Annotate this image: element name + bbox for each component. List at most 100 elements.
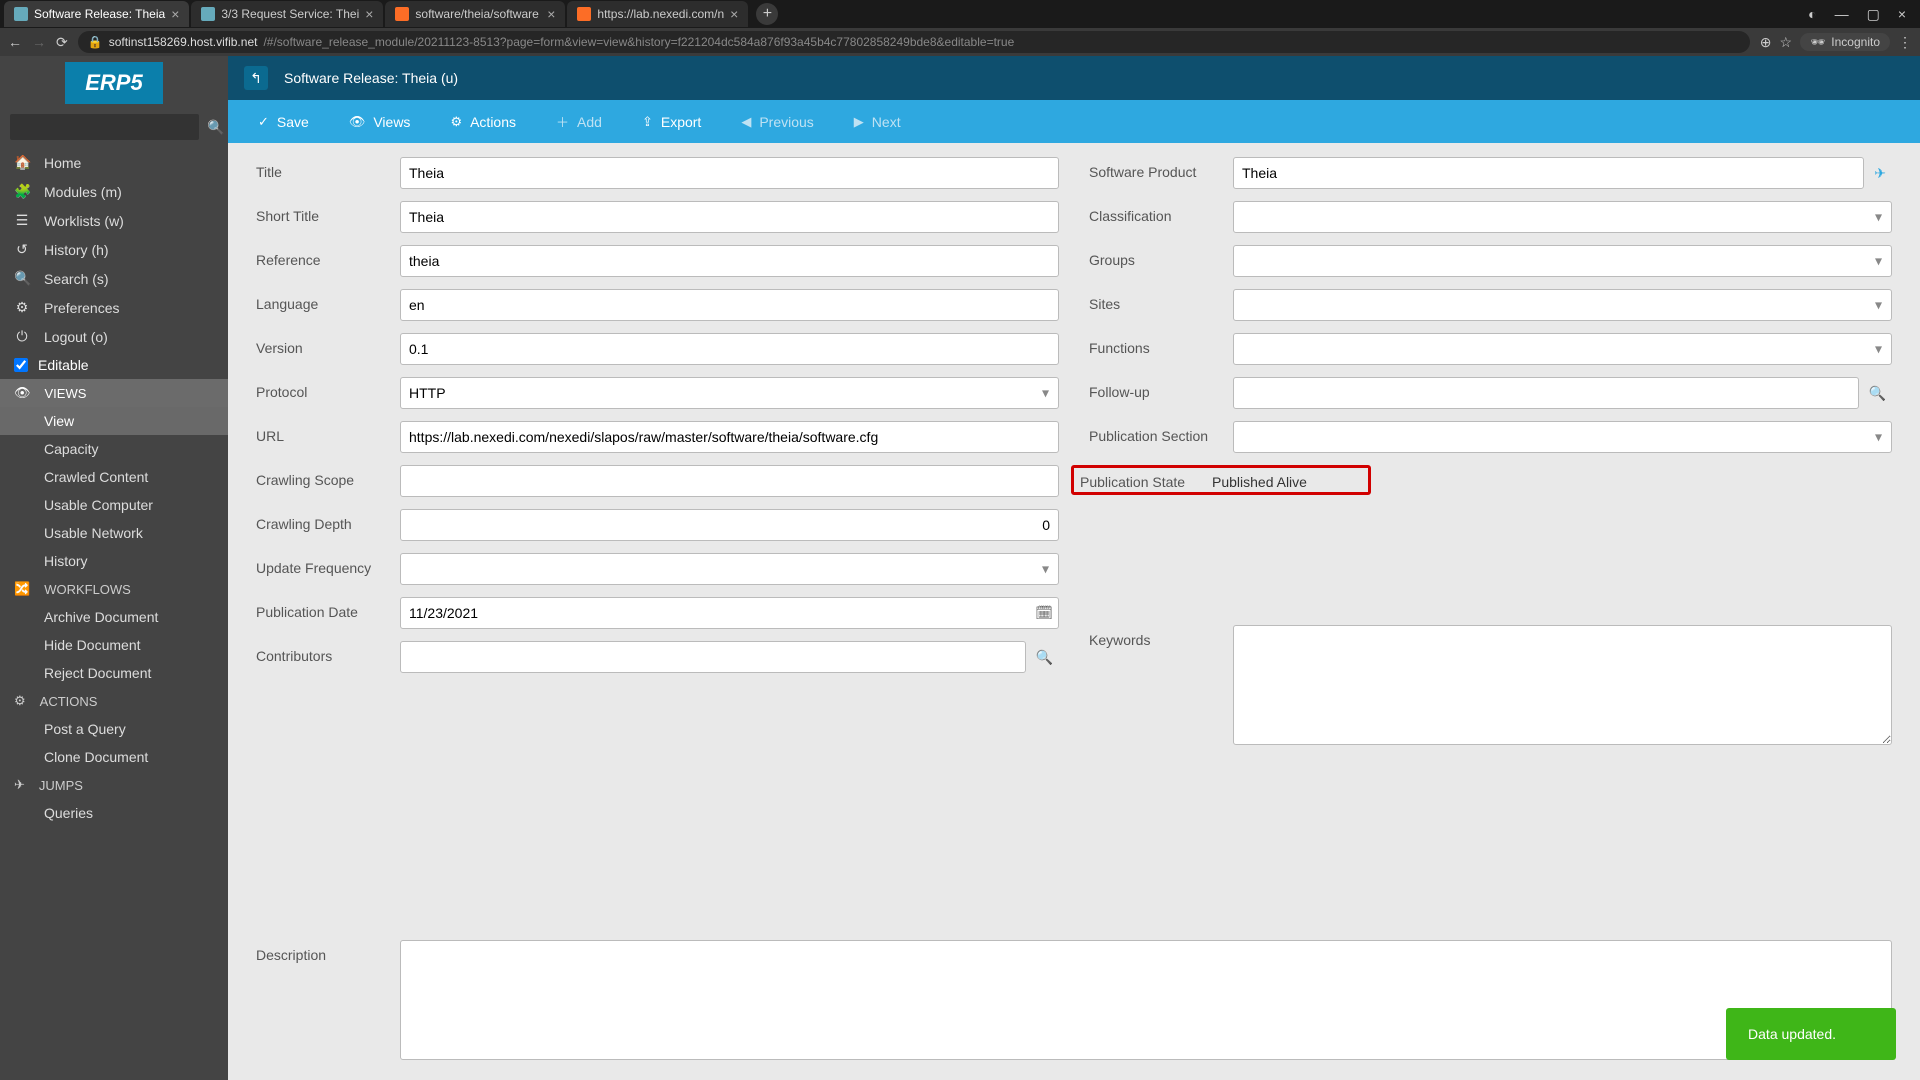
label-protocol: Protocol [256, 377, 400, 400]
views-button[interactable]: 👁 Views [329, 100, 431, 143]
input-language[interactable] [400, 289, 1059, 321]
sidebar-item-capacity[interactable]: Capacity [0, 435, 228, 463]
addr-right: ⊕ ☆ 🕶 Incognito ⋮ [1760, 33, 1912, 51]
sliders-icon: ⚙ [14, 299, 30, 316]
share-icon: ⇪ [642, 114, 653, 130]
select-publication-section[interactable] [1233, 421, 1892, 453]
save-button[interactable]: ✓Save [238, 100, 329, 143]
input-publication-date[interactable] [400, 597, 1059, 629]
close-window-icon[interactable]: × [1894, 4, 1910, 25]
nav-worklists[interactable]: ☰Worklists (w) [0, 206, 228, 235]
select-update-frequency[interactable] [400, 553, 1059, 585]
sidebar-item-archive-document[interactable]: Archive Document [0, 603, 228, 631]
sidebar-item-history[interactable]: History [0, 547, 228, 575]
label: Previous [759, 114, 813, 130]
star-icon[interactable]: ☆ [1780, 34, 1793, 51]
input-followup[interactable] [1233, 377, 1859, 409]
minimize-icon[interactable]: — [1831, 4, 1853, 25]
row-version: Version [256, 333, 1059, 365]
app: ERP5 🔍 🏠Home 🧩Modules (m) ☰Worklists (w)… [0, 56, 1920, 1080]
close-icon[interactable]: × [547, 6, 555, 22]
input-reference[interactable] [400, 245, 1059, 277]
nav-label: Search (s) [44, 271, 109, 287]
plane-icon[interactable]: ✈ [1868, 159, 1892, 188]
close-icon[interactable]: × [365, 6, 373, 22]
sidebar-item-usable-network[interactable]: Usable Network [0, 519, 228, 547]
nav-home[interactable]: 🏠Home [0, 148, 228, 177]
nav-search[interactable]: 🔍Search (s) [0, 264, 228, 293]
tab-1[interactable]: 3/3 Request Service: Thei × [191, 1, 383, 27]
tab-2[interactable]: software/theia/software × [385, 1, 565, 27]
back-icon[interactable]: ← [8, 34, 22, 50]
search-icon[interactable]: 🔍 [1863, 379, 1892, 408]
reload-icon[interactable]: ⟳ [56, 34, 68, 51]
sidebar-item-label: Archive Document [44, 609, 158, 625]
label: Next [872, 114, 901, 130]
select-sites[interactable] [1233, 289, 1892, 321]
account-icon[interactable]: ◐ [1804, 4, 1820, 25]
breadcrumb-title: Software Release: Theia (u) [284, 70, 458, 86]
editable-toggle-row: Editable [0, 351, 228, 379]
logo[interactable]: ERP5 [65, 62, 162, 104]
url-host: softinst158269.host.vifib.net [109, 35, 258, 49]
input-contributors[interactable] [400, 641, 1026, 673]
sidebar-item-post-query[interactable]: Post a Query [0, 715, 228, 743]
sidebar-item-reject-document[interactable]: Reject Document [0, 659, 228, 687]
tab-label: https://lab.nexedi.com/n [597, 7, 724, 21]
breadcrumb-up-button[interactable]: ↰ [244, 66, 268, 90]
input-title[interactable] [400, 157, 1059, 189]
nav-preferences[interactable]: ⚙Preferences [0, 293, 228, 322]
input-url[interactable] [400, 421, 1059, 453]
export-button[interactable]: ⇪Export [622, 100, 721, 143]
favicon-gitlab [577, 7, 591, 21]
label-functions: Functions [1089, 333, 1233, 356]
row-classification: Classification [1089, 201, 1892, 233]
eye-icon: 👁 [349, 114, 366, 130]
menu-icon[interactable]: ⋮ [1898, 34, 1912, 51]
row-publication-date: Publication Date 🗓 [256, 597, 1059, 629]
input-crawling-depth[interactable] [400, 509, 1059, 541]
sidebar-item-label: Usable Network [44, 525, 143, 541]
tab-3[interactable]: https://lab.nexedi.com/n × [567, 1, 748, 27]
nav-history[interactable]: ↺History (h) [0, 235, 228, 264]
calendar-icon[interactable]: 🗓 [1035, 605, 1053, 622]
search-icon[interactable]: 🔍 [207, 119, 224, 136]
label: Views [373, 114, 410, 130]
input-version[interactable] [400, 333, 1059, 365]
sidebar-item-queries[interactable]: Queries [0, 799, 228, 827]
label-crawling-scope: Crawling Scope [256, 465, 400, 488]
select-classification[interactable] [1233, 201, 1892, 233]
tab-0[interactable]: Software Release: Theia × [4, 1, 189, 27]
input-software-product[interactable] [1233, 157, 1864, 189]
input-crawling-scope[interactable] [400, 465, 1059, 497]
nav-modules[interactable]: 🧩Modules (m) [0, 177, 228, 206]
row-description: Description [256, 940, 1892, 1060]
maximize-icon[interactable]: ▢ [1863, 4, 1884, 25]
select-groups[interactable] [1233, 245, 1892, 277]
value-publication-state: Published Alive [1212, 470, 1362, 490]
sidebar-item-crawled-content[interactable]: Crawled Content [0, 463, 228, 491]
incognito-badge[interactable]: 🕶 Incognito [1800, 33, 1890, 51]
actions-button[interactable]: ⚙Actions [430, 100, 536, 143]
url-input[interactable]: 🔒 softinst158269.host.vifib.net /#/softw… [78, 31, 1750, 53]
input-short-title[interactable] [400, 201, 1059, 233]
close-icon[interactable]: × [730, 6, 738, 22]
new-tab-button[interactable]: + [756, 3, 778, 25]
row-followup: Follow-up 🔍 [1089, 377, 1892, 409]
nav-logout[interactable]: ⏻Logout (o) [0, 322, 228, 351]
editable-checkbox[interactable] [14, 358, 28, 372]
textarea-description[interactable] [400, 940, 1892, 1060]
row-crawling-depth: Crawling Depth [256, 509, 1059, 541]
textarea-keywords[interactable] [1233, 625, 1892, 745]
select-functions[interactable] [1233, 333, 1892, 365]
search-icon[interactable]: 🔍 [1030, 643, 1059, 672]
select-protocol[interactable] [400, 377, 1059, 409]
sidebar-item-clone-document[interactable]: Clone Document [0, 743, 228, 771]
sidebar-item-usable-computer[interactable]: Usable Computer [0, 491, 228, 519]
close-icon[interactable]: × [171, 6, 179, 22]
sidebar-item-view[interactable]: View [0, 407, 228, 435]
zoom-icon[interactable]: ⊕ [1760, 34, 1772, 51]
sidebar-search-input[interactable] [10, 114, 199, 140]
sidebar-item-hide-document[interactable]: Hide Document [0, 631, 228, 659]
forward-icon[interactable]: → [32, 34, 46, 50]
